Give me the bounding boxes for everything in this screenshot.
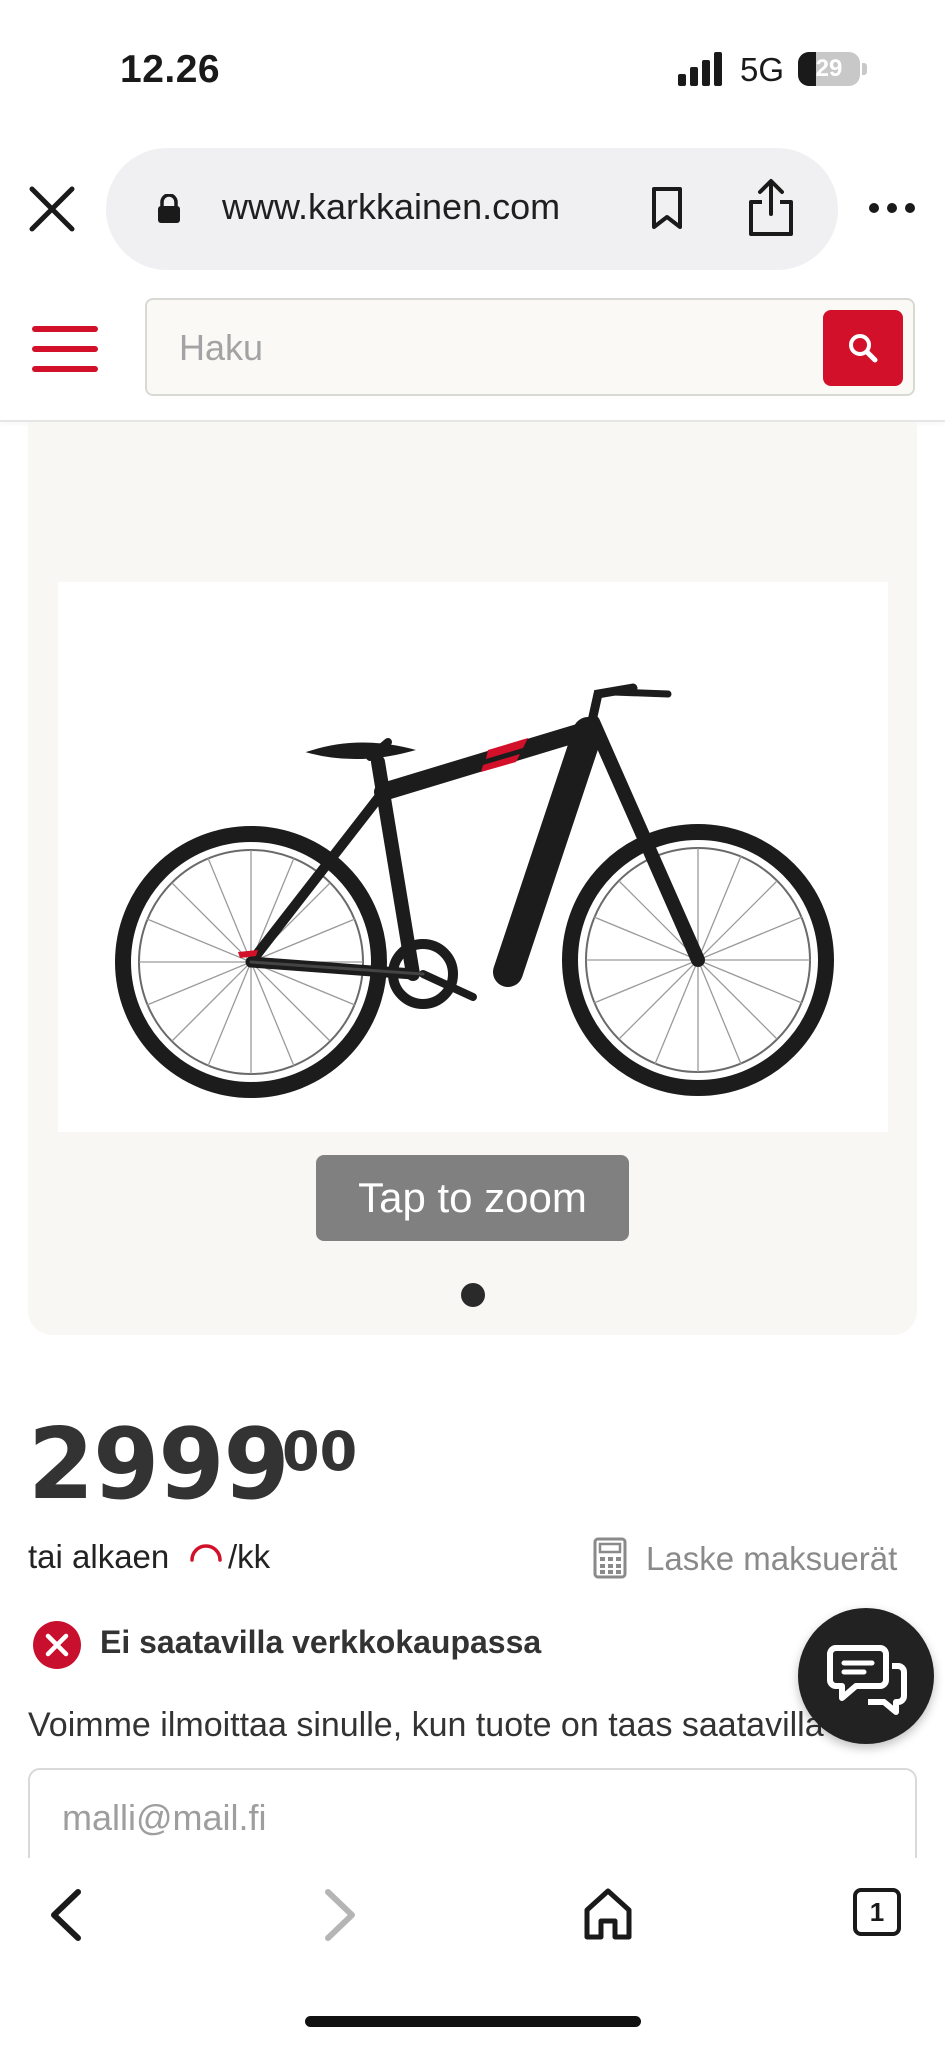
loading-spinner-icon [190,1544,222,1562]
email-field[interactable] [60,1770,844,1866]
tap-to-zoom-hint[interactable]: Tap to zoom [316,1155,629,1241]
more-icon[interactable] [868,196,916,220]
home-icon[interactable] [582,1886,634,1942]
share-icon[interactable] [746,178,796,238]
home-indicator [305,2016,641,2027]
hamburger-menu-icon[interactable] [32,326,98,372]
price-euros: 2999 [28,1408,290,1522]
chat-button[interactable] [798,1608,934,1744]
cellular-signal-icon [678,52,722,86]
calculate-installments-link[interactable]: Laske maksuerät [646,1540,897,1578]
error-icon [33,1621,81,1669]
status-time: 12.26 [120,48,221,91]
battery-level: 29 [815,55,843,82]
installment-suffix: /kk [228,1538,271,1575]
availability-status: Ei saatavilla verkkokaupassa [100,1624,542,1660]
price-cents: 00 [282,1420,358,1483]
search-input[interactable] [177,300,781,396]
search-bar [145,298,915,396]
installment-prefix: tai alkaen [28,1538,170,1575]
back-icon[interactable] [44,1886,88,1944]
search-icon [849,334,878,363]
tabs-icon[interactable]: 1 [853,1888,901,1936]
bike-illustration [115,683,834,1098]
url-text[interactable]: www.karkkainen.com [222,186,560,228]
close-icon[interactable] [26,183,78,235]
calculator-icon[interactable] [592,1536,628,1580]
battery-icon: 29 [798,52,868,86]
product-image[interactable] [58,582,888,1132]
carousel-indicator-dot[interactable] [461,1283,485,1307]
search-button[interactable] [823,310,903,386]
forward-icon[interactable] [318,1886,362,1944]
bookmark-icon[interactable] [650,186,684,230]
lock-icon [158,194,180,223]
chat-icon [827,1645,907,1715]
notify-description: Voimme ilmoittaa sinulle, kun tuote on t… [28,1706,824,1744]
network-type: 5G [740,51,785,88]
